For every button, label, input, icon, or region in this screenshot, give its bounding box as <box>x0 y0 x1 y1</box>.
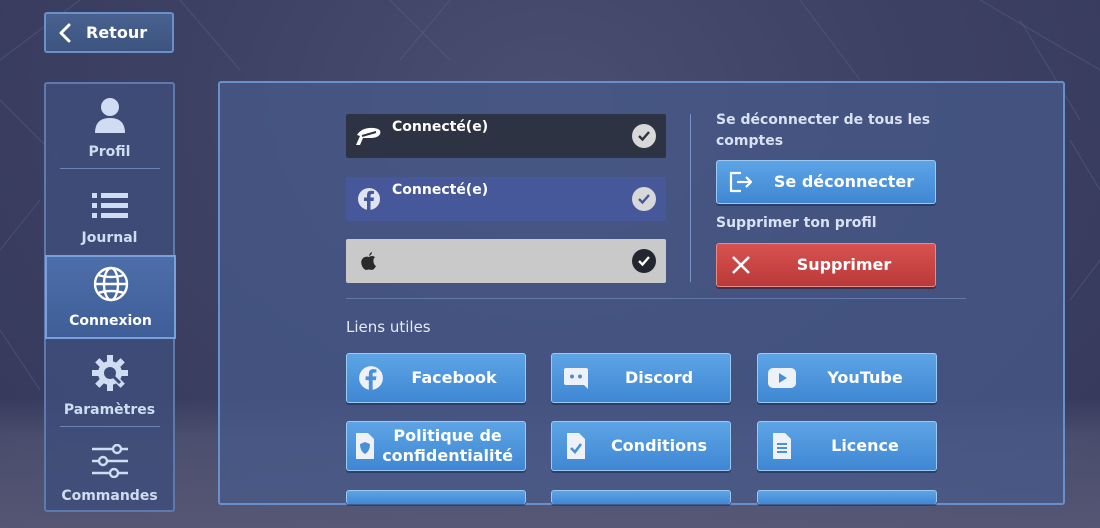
link-facebook[interactable]: Facebook <box>346 353 526 403</box>
account-row-psn[interactable]: Connecté(e) <box>346 114 666 158</box>
sidebar-item-journal[interactable]: Journal <box>46 170 173 254</box>
sidebar-item-label: Journal <box>81 230 138 246</box>
facebook-icon <box>347 354 395 402</box>
back-button-label: Retour <box>86 23 148 42</box>
delete-button-label: Supprimer <box>796 255 892 274</box>
youtube-icon <box>758 354 806 402</box>
link-discord[interactable]: Discord <box>551 353 731 403</box>
account-row-facebook[interactable]: Connecté(e) <box>346 177 666 221</box>
account-row-apple[interactable] <box>346 239 666 283</box>
sidebar-item-label: Paramètres <box>63 402 156 418</box>
logout-heading: Se déconnecter de tous les comptes <box>716 112 931 149</box>
sidebar: Profil Journal Connexion Paramètres Comm… <box>44 82 176 512</box>
user-icon <box>93 96 127 138</box>
link-privacy-policy[interactable]: Politique de confidentialité <box>346 421 526 471</box>
sidebar-item-label: Profil <box>88 144 131 160</box>
link-label: YouTube <box>827 368 903 387</box>
facebook-icon <box>346 177 392 221</box>
close-icon <box>717 244 765 286</box>
delete-profile-button[interactable]: Supprimer <box>716 243 936 287</box>
account-status <box>392 239 666 244</box>
check-icon <box>632 124 656 148</box>
sidebar-item-commandes[interactable]: Commandes <box>46 428 173 512</box>
sidebar-item-connexion[interactable]: Connexion <box>45 255 176 339</box>
link-label: Licence <box>831 436 899 455</box>
divider <box>690 114 691 282</box>
sidebar-item-label: Connexion <box>69 313 152 329</box>
link-terms[interactable]: Conditions <box>551 421 731 471</box>
discord-icon <box>552 354 600 402</box>
sidebar-item-label: Commandes <box>61 488 158 504</box>
gear-icon <box>91 354 129 396</box>
account-status: Connecté(e) <box>392 182 489 198</box>
list-icon <box>91 192 128 224</box>
link-label: Politique de confidentialité <box>382 426 514 465</box>
sliders-icon <box>91 443 128 482</box>
document-check-icon <box>552 422 600 470</box>
sidebar-item-profil[interactable]: Profil <box>46 84 173 168</box>
logout-icon <box>717 161 765 203</box>
link-button-partial[interactable] <box>346 490 526 504</box>
divider <box>60 168 160 169</box>
link-button-partial[interactable] <box>757 490 937 504</box>
account-status: Connecté(e) <box>392 119 489 135</box>
check-icon <box>632 187 656 211</box>
globe-icon <box>92 265 130 307</box>
logout-button-label: Se déconnecter <box>773 172 915 191</box>
shield-document-icon <box>347 422 382 470</box>
link-label: Discord <box>624 368 694 387</box>
link-label: Facebook <box>411 368 497 387</box>
apple-icon <box>346 239 392 283</box>
delete-heading: Supprimer ton profil <box>716 215 877 231</box>
chevron-left-icon <box>46 23 86 43</box>
divider <box>346 298 966 299</box>
link-button-partial[interactable] <box>551 490 731 504</box>
link-label: Conditions <box>610 436 708 455</box>
check-icon <box>632 249 656 273</box>
link-license[interactable]: Licence <box>757 421 937 471</box>
logout-button[interactable]: Se déconnecter <box>716 160 936 204</box>
document-icon <box>758 422 806 470</box>
sidebar-item-parametres[interactable]: Paramètres <box>46 342 173 426</box>
links-heading: Liens utiles <box>346 318 431 336</box>
back-button[interactable]: Retour <box>44 12 174 53</box>
psn-icon <box>346 114 392 158</box>
divider <box>60 426 160 427</box>
link-youtube[interactable]: YouTube <box>757 353 937 403</box>
